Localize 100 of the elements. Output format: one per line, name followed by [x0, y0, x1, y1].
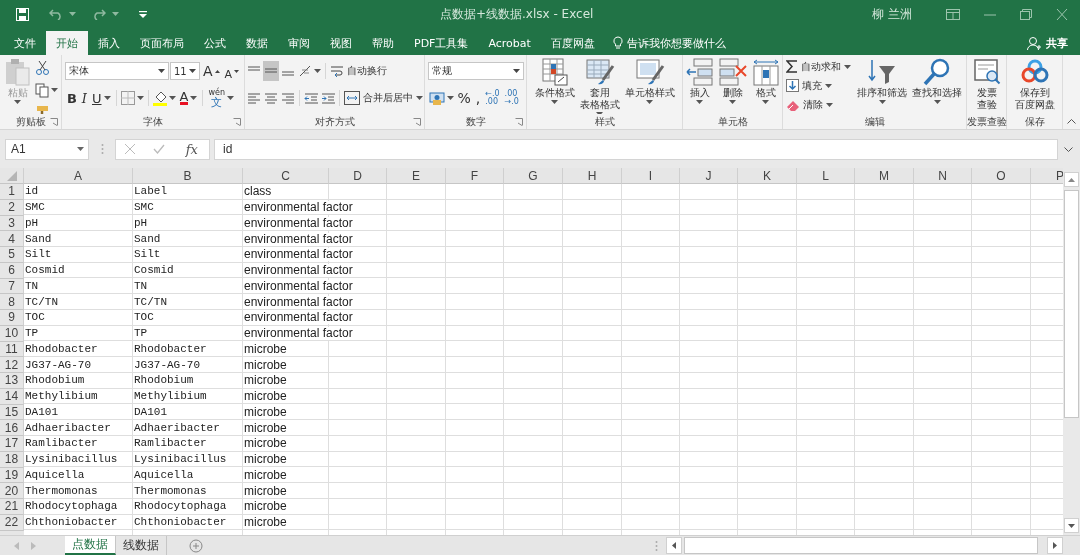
column-header[interactable]: B: [133, 168, 243, 184]
column-header[interactable]: D: [329, 168, 387, 184]
column-header[interactable]: I: [622, 168, 680, 184]
ribbon-button[interactable]: 清除: [785, 96, 852, 113]
dropdown-field[interactable]: 常规: [427, 62, 524, 80]
ribbon-button[interactable]: 套用 表格格式: [577, 58, 622, 114]
column-header[interactable]: M: [855, 168, 914, 184]
grow-font-button[interactable]: A: [200, 61, 222, 81]
insert-function-button[interactable]: fx: [183, 141, 200, 157]
group-label: 数字: [465, 114, 486, 129]
ribbon-tab[interactable]: Acrobat: [478, 31, 541, 55]
column-header[interactable]: N: [914, 168, 972, 184]
row-header[interactable]: 12: [0, 357, 24, 373]
caret-icon: [168, 96, 176, 100]
ribbon-tab[interactable]: 文件: [4, 31, 46, 55]
add-sheet-button[interactable]: [189, 538, 203, 553]
ribbon-tab[interactable]: 公式: [194, 31, 236, 55]
accounting-format-icon: [428, 90, 445, 106]
row-header[interactable]: 13: [0, 373, 24, 389]
row-header[interactable]: 1: [0, 184, 24, 200]
scroll-up-button[interactable]: [1064, 172, 1079, 187]
row-header[interactable]: 8: [0, 294, 24, 310]
column-header[interactable]: O: [972, 168, 1031, 184]
column-header[interactable]: K: [738, 168, 797, 184]
copy-icon: [34, 82, 49, 98]
fill-color-icon: [152, 90, 167, 106]
scroll-left-button[interactable]: [666, 537, 682, 554]
vertical-align-button[interactable]: [262, 61, 279, 81]
ribbon-button[interactable]: 条件格式: [532, 58, 577, 104]
decimal-button[interactable]: ←.0 .00: [483, 88, 502, 108]
ribbon-button[interactable]: 自动求和: [785, 58, 852, 75]
phonetic-button[interactable]: wén 文: [206, 88, 236, 108]
row-header[interactable]: 5: [0, 247, 24, 263]
ribbon-button[interactable]: 单元格样式: [622, 58, 677, 104]
ribbon-tab[interactable]: 百度网盘: [540, 31, 605, 55]
row-header[interactable]: 20: [0, 483, 24, 499]
ribbon-tab[interactable]: PDF工具集: [404, 31, 479, 55]
table-cell: environmental factor: [243, 279, 355, 293]
merge-cells-icon: [343, 91, 360, 105]
sheet-tab[interactable]: 点数据: [65, 536, 116, 555]
ribbon-button[interactable]: 删除: [716, 58, 749, 104]
column-header[interactable]: H: [563, 168, 622, 184]
ribbon-tab[interactable]: 页面布局: [130, 31, 194, 55]
sheet-tab[interactable]: 线数据: [116, 536, 167, 555]
ribbon-button[interactable]: 格式: [749, 58, 782, 104]
ribbon-tab[interactable]: 帮助: [362, 31, 404, 55]
name-box[interactable]: A1: [5, 138, 89, 160]
column-header[interactable]: A: [24, 168, 133, 184]
ribbon-button[interactable]: 填充: [785, 77, 852, 94]
tell-me-field[interactable]: 告诉我你想要做什么: [612, 31, 726, 55]
select-all-button[interactable]: [0, 168, 24, 184]
borders-button[interactable]: [119, 88, 145, 108]
ribbon-tab[interactable]: 视图: [320, 31, 362, 55]
shrink-font-button[interactable]: A: [222, 61, 242, 81]
table-cell: pH: [24, 216, 41, 230]
ribbon-tab[interactable]: 开始: [46, 31, 88, 55]
decimal-button[interactable]: .00 →.0: [502, 88, 521, 108]
row-header[interactable]: 17: [0, 436, 24, 452]
font-color-button[interactable]: A: [177, 88, 200, 108]
ribbon-button[interactable]: 排序和筛选: [855, 58, 909, 104]
share-button[interactable]: 共享: [1027, 31, 1068, 55]
column-header[interactable]: P: [1031, 168, 1063, 184]
table-cell: microbe: [243, 358, 289, 372]
person-icon: [1027, 36, 1041, 50]
column-header[interactable]: E: [387, 168, 446, 184]
row-header[interactable]: 9: [0, 310, 24, 326]
row-header[interactable]: 21: [0, 499, 24, 515]
ribbon-button[interactable]: 保存到 百度网盘: [1012, 58, 1057, 111]
column-header[interactable]: C: [243, 168, 329, 184]
scrollbar-thumb[interactable]: [684, 537, 1038, 554]
row-header[interactable]: 4: [0, 231, 24, 247]
group-label: 编辑: [864, 114, 885, 129]
caret-icon: [112, 12, 119, 16]
ribbon-tab[interactable]: 审阅: [278, 31, 320, 55]
underline-button[interactable]: U: [90, 88, 113, 108]
italic-button[interactable]: I: [79, 88, 89, 108]
ribbon-tab[interactable]: 插入: [88, 31, 130, 55]
column-header[interactable]: J: [680, 168, 738, 184]
dropdown-field[interactable]: 11: [169, 62, 200, 80]
user-name[interactable]: 柳 兰洲: [872, 5, 912, 23]
scrollbar-thumb[interactable]: [1064, 190, 1079, 418]
ribbon-button[interactable]: 自动换行: [328, 62, 388, 80]
number-format-button[interactable]: %: [455, 88, 473, 108]
column-header[interactable]: F: [446, 168, 504, 184]
number-format-button[interactable]: ,: [473, 88, 483, 108]
scroll-down-button[interactable]: [1064, 518, 1079, 533]
scroll-right-button[interactable]: [1047, 537, 1063, 554]
formula-field[interactable]: id: [214, 138, 1058, 160]
bold-button[interactable]: B: [64, 88, 79, 108]
ribbon-button[interactable]: 查找和选择: [910, 58, 964, 104]
row-header[interactable]: 16: [0, 420, 24, 436]
ribbon-button[interactable]: 插入: [683, 58, 716, 104]
ribbon-button[interactable]: 合并后居中: [342, 89, 424, 107]
column-header[interactable]: G: [504, 168, 563, 184]
caret-icon: [512, 69, 520, 73]
ribbon-button[interactable]: 发票 查验: [969, 58, 1004, 111]
copy-button[interactable]: [33, 80, 59, 100]
dropdown-field[interactable]: 宋体: [64, 62, 169, 80]
ribbon-tab[interactable]: 数据: [236, 31, 278, 55]
column-header[interactable]: L: [797, 168, 855, 184]
